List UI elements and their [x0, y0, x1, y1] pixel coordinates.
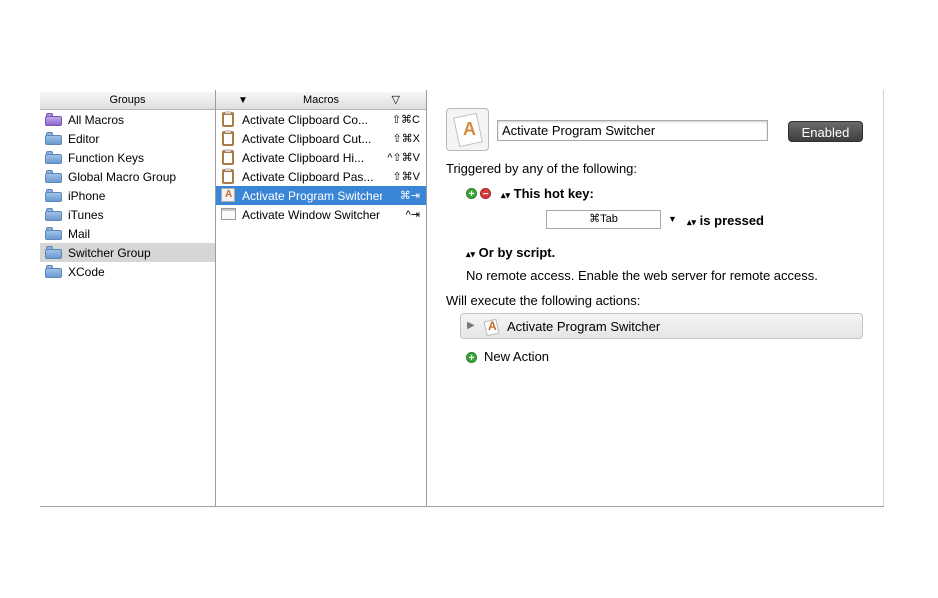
clipboard-icon — [221, 130, 236, 146]
macro-shortcut: ⇧⌘X — [392, 133, 420, 145]
macro-item[interactable]: Activate Clipboard Pas... ⇧⌘V — [216, 167, 426, 186]
window-border — [883, 90, 884, 507]
group-item-label: Function Keys — [68, 150, 145, 165]
groups-header-label: Groups — [109, 94, 146, 106]
group-item-label: XCode — [68, 264, 105, 279]
updown-arrows-icon: ▴▾ — [466, 249, 476, 259]
action-row[interactable]: ▶ Activate Program Switcher — [460, 313, 863, 339]
macro-item[interactable]: Activate Window Switcher ^⇥ — [216, 205, 426, 224]
macro-item[interactable]: Activate Clipboard Co... ⇧⌘C — [216, 110, 426, 129]
macro-shortcut: ⇧⌘C — [391, 114, 420, 126]
groups-pane: Groups All Macros Editor Function Keys Glob… — [40, 90, 215, 506]
window-icon — [221, 207, 236, 222]
updown-arrows-icon: ▴▾ — [687, 217, 697, 227]
group-item[interactable]: Function Keys — [40, 148, 215, 167]
script-trigger-popup[interactable]: ▴▾ Or by script. — [466, 245, 555, 260]
macro-editor: A Activate Program Switcher Enabled Trig… — [427, 90, 883, 506]
remove-trigger-button[interactable]: − — [480, 188, 491, 200]
group-item[interactable]: All Macros — [40, 110, 215, 129]
macro-item[interactable]: Activate Clipboard Hi... ^⇧⌘V — [216, 148, 426, 167]
action-name: Activate Program Switcher — [507, 319, 661, 334]
macros-column-header[interactable]: ▼ Macros ▽ — [216, 92, 426, 110]
pressed-label: is pressed — [699, 213, 764, 228]
updown-arrows-icon: ▴▾ — [501, 190, 511, 200]
group-item-label: Switcher Group — [68, 245, 151, 260]
sort-descending-icon[interactable]: ▼ — [238, 92, 248, 109]
smart-folder-icon — [45, 113, 62, 126]
group-item-label: iTunes — [68, 207, 104, 222]
sort-toggle-icon[interactable]: ▽ — [392, 92, 400, 109]
enabled-toggle-button[interactable]: Enabled — [788, 121, 863, 142]
group-item[interactable]: Switcher Group — [40, 243, 215, 262]
app-icon-glyph: A — [463, 119, 476, 139]
macro-item-label: Activate Program Switcher — [242, 188, 382, 203]
macro-icon-well[interactable]: A — [446, 108, 489, 151]
group-item-label: All Macros — [68, 112, 125, 127]
folder-icon — [45, 246, 62, 259]
triggered-label: Triggered by any of the following: — [446, 161, 638, 176]
group-item-label: Global Macro Group — [68, 169, 177, 184]
folder-icon — [45, 132, 62, 145]
clipboard-icon — [221, 149, 236, 165]
group-item[interactable]: Global Macro Group — [40, 167, 215, 186]
macros-pane: ▼ Macros ▽ Activate Clipboard Co... ⇧⌘C Ac… — [216, 90, 426, 506]
group-item[interactable]: Editor — [40, 129, 215, 148]
folder-icon — [45, 151, 62, 164]
add-trigger-button[interactable]: + — [466, 188, 477, 200]
macro-shortcut: ^⇥ — [405, 209, 420, 221]
macro-item-label: Activate Clipboard Co... — [242, 112, 369, 127]
macros-header-label: Macros — [302, 94, 340, 106]
folder-icon — [45, 170, 62, 183]
macro-name-field[interactable]: Activate Program Switcher — [497, 120, 768, 141]
clipboard-icon — [221, 168, 236, 184]
macros-list: Activate Clipboard Co... ⇧⌘C Activate Clip… — [216, 110, 426, 224]
remote-access-text: No remote access. Enable the web server … — [466, 268, 818, 283]
folder-icon — [45, 208, 62, 221]
macro-item-label: Activate Clipboard Hi... — [242, 150, 365, 165]
group-item-label: iPhone — [68, 188, 106, 203]
group-item[interactable]: iPhone — [40, 186, 215, 205]
macro-item[interactable]: Activate Program Switcher ⌘⇥ — [216, 186, 426, 205]
group-item[interactable]: XCode — [40, 262, 215, 281]
new-action-button[interactable]: New Action — [484, 349, 549, 364]
macro-item-label: Activate Clipboard Pas... — [242, 169, 374, 184]
window-border — [40, 506, 884, 507]
macro-shortcut: ⇧⌘V — [392, 171, 420, 183]
new-action-icon[interactable]: + — [466, 352, 477, 364]
hotkey-trigger-label: This hot key: — [513, 186, 594, 201]
macro-shortcut: ^⇧⌘V — [387, 152, 420, 164]
macro-shortcut: ⌘⇥ — [399, 190, 420, 202]
groups-column-header[interactable]: Groups — [40, 92, 215, 110]
group-item-label: Mail — [68, 226, 91, 241]
group-item[interactable]: Mail — [40, 224, 215, 243]
folder-icon — [45, 265, 62, 278]
macro-item-label: Activate Window Switcher — [242, 207, 381, 222]
group-item[interactable]: iTunes — [40, 205, 215, 224]
hotkey-menu-arrow-icon[interactable]: ▼ — [668, 214, 677, 224]
hotkey-field[interactable]: ⌘Tab — [546, 210, 661, 229]
trigger-type-popup[interactable]: ▴▾ This hot key: — [501, 186, 594, 201]
folder-icon — [45, 189, 62, 202]
actions-label: Will execute the following actions: — [446, 293, 641, 308]
app-icon — [485, 319, 500, 334]
macro-item[interactable]: Activate Clipboard Cut... ⇧⌘X — [216, 129, 426, 148]
group-item-label: Editor — [68, 131, 100, 146]
clipboard-icon — [221, 111, 236, 127]
pressed-popup[interactable]: ▴▾ is pressed — [687, 213, 764, 228]
macro-item-label: Activate Clipboard Cut... — [242, 131, 372, 146]
folder-icon — [45, 227, 62, 240]
app-icon — [221, 188, 236, 203]
disclosure-triangle-icon[interactable]: ▶ — [467, 320, 475, 331]
script-trigger-label: Or by script. — [478, 245, 556, 260]
groups-list: All Macros Editor Function Keys Global Macr… — [40, 110, 215, 281]
